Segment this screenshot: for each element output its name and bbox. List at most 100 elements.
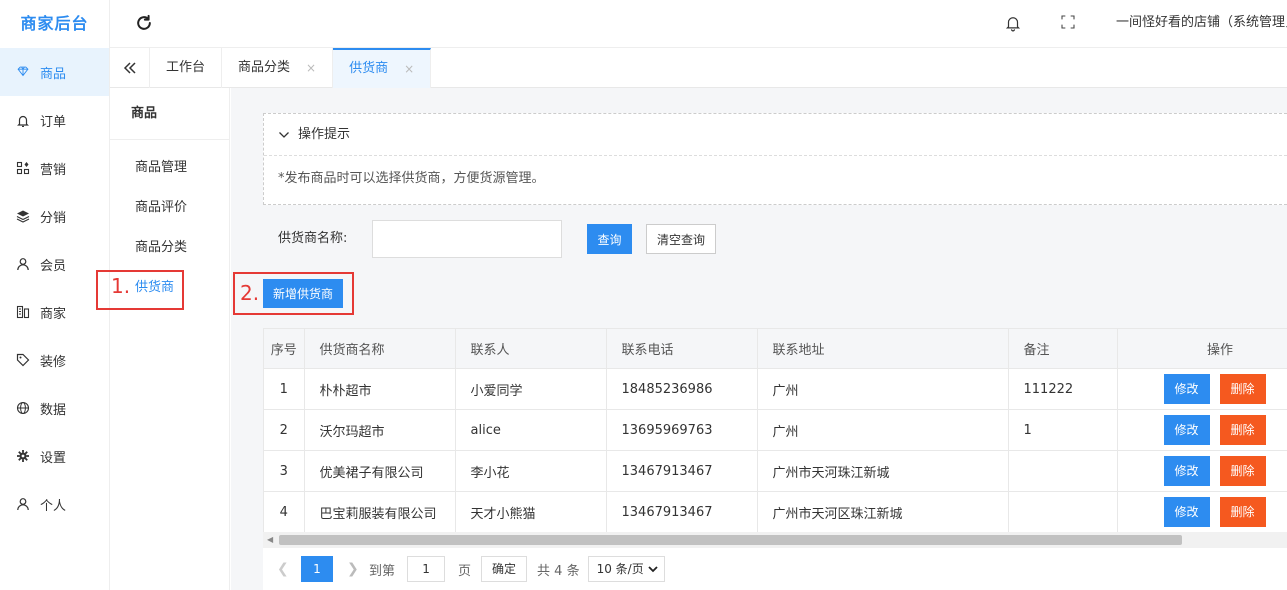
nav-item-7[interactable]: 数据 xyxy=(0,384,109,432)
tag-icon xyxy=(16,353,30,367)
clear-query-button[interactable]: 清空查询 xyxy=(646,224,716,254)
cell-phone: 18485236986 xyxy=(606,368,758,410)
table-body: 1 朴朴超市 小爱同学 18485236986 广州 111222 修改 删除 2 沃尔玛超市 al… xyxy=(264,368,1287,533)
edit-button[interactable]: 修改 xyxy=(1163,374,1210,404)
cell-actions: 修改 删除 xyxy=(1117,450,1287,492)
cell-name: 优美裙子有限公司 xyxy=(304,450,456,492)
diamond-icon xyxy=(16,65,30,79)
person-icon xyxy=(16,497,30,511)
tab-1[interactable]: 商品分类 × xyxy=(222,48,334,88)
column-header: 操作 xyxy=(1117,328,1287,369)
cell-note: 111222 xyxy=(1008,368,1118,410)
nav-item-label: 订单 xyxy=(40,114,67,130)
annotation-step1: 1. xyxy=(111,274,131,298)
next-page-icon[interactable]: ❯ xyxy=(347,561,361,577)
main-nav: 商品订单营销分销会员商家装修数据设置个人 xyxy=(0,48,109,528)
user-icon xyxy=(16,257,30,271)
chevron-down-icon xyxy=(648,566,658,573)
cell-actions: 修改 删除 xyxy=(1117,368,1287,410)
tab-0[interactable]: 工作台 xyxy=(150,48,223,88)
tab-label: 工作台 xyxy=(166,60,206,75)
nav-item-9[interactable]: 个人 xyxy=(0,480,109,528)
scroll-left-arrow-icon[interactable]: ◀ xyxy=(267,535,273,544)
tips-header[interactable]: 操作提示 xyxy=(264,114,1287,156)
store-icon xyxy=(16,305,30,319)
cell-name: 巴宝莉服装有限公司 xyxy=(304,491,456,533)
edit-button[interactable]: 修改 xyxy=(1163,497,1210,527)
double-chevron-left-icon xyxy=(123,62,136,74)
cell-name: 沃尔玛超市 xyxy=(304,409,456,451)
collapse-sidebar-button[interactable] xyxy=(110,48,150,88)
close-icon[interactable]: × xyxy=(404,50,414,88)
bell-icon xyxy=(16,113,30,127)
horizontal-scrollbar[interactable]: ◀ xyxy=(263,532,1287,548)
nav-item-1[interactable]: 订单 xyxy=(0,96,109,144)
delete-button[interactable]: 删除 xyxy=(1219,456,1266,486)
nav-item-8[interactable]: 设置 xyxy=(0,432,109,480)
nav-item-label: 商家 xyxy=(40,306,67,322)
sub-nav-item-0[interactable]: 商品管理 xyxy=(110,148,229,188)
delete-button[interactable]: 删除 xyxy=(1219,415,1266,445)
table-row: 2 沃尔玛超市 alice 13695969763 广州 1 修改 删除 xyxy=(264,409,1287,451)
supplier-name-input[interactable] xyxy=(372,220,562,258)
page-size-select[interactable]: 10 条/页 xyxy=(587,556,665,582)
fullscreen-icon[interactable] xyxy=(1060,14,1076,30)
page-number-current[interactable]: 1 xyxy=(301,556,333,582)
edit-button[interactable]: 修改 xyxy=(1163,415,1210,445)
cell-note: 1 xyxy=(1008,409,1118,451)
nav-item-0[interactable]: 商品 xyxy=(0,48,109,96)
cell-idx: 4 xyxy=(264,491,305,533)
column-header: 序号 xyxy=(264,328,305,369)
delete-button[interactable]: 删除 xyxy=(1219,374,1266,404)
goto-page-input[interactable]: 1 xyxy=(407,556,446,582)
query-button[interactable]: 查询 xyxy=(587,224,632,254)
add-supplier-button[interactable]: 新增供货商 xyxy=(263,279,343,308)
notification-bell-icon[interactable] xyxy=(1004,14,1022,32)
cell-idx: 3 xyxy=(264,450,305,492)
nav-item-6[interactable]: 装修 xyxy=(0,336,109,384)
nav-item-label: 会员 xyxy=(40,258,67,274)
nav-item-label: 分销 xyxy=(40,210,67,226)
table-row: 3 优美裙子有限公司 李小花 13467913467 广州市天河珠江新城 修改 删除 xyxy=(264,450,1287,492)
column-header: 备注 xyxy=(1008,328,1118,369)
nav-item-4[interactable]: 会员 xyxy=(0,240,109,288)
total-count: 共 4 条 xyxy=(537,563,580,579)
goto-label: 到第 xyxy=(369,563,396,579)
nav-item-3[interactable]: 分销 xyxy=(0,192,109,240)
cell-note xyxy=(1008,491,1118,533)
delete-button[interactable]: 删除 xyxy=(1219,497,1266,527)
table-header-row: 序号 供货商名称 联系人 联系电话 联系地址 备注 操作 xyxy=(264,328,1287,369)
cell-contact: 小爱同学 xyxy=(455,368,607,410)
sub-sidebar: 商品 商品管理 商品评价 商品分类 供货商 xyxy=(110,88,230,590)
sub-nav-item-1[interactable]: 商品评价 xyxy=(110,188,229,228)
cell-phone: 13695969763 xyxy=(606,409,758,451)
cell-address: 广州 xyxy=(757,409,1009,451)
supplier-name-label: 供货商名称: xyxy=(278,231,348,246)
tab-label: 商品分类 xyxy=(238,60,291,75)
annotation-step2: 2. xyxy=(240,281,260,305)
tips-body: *发布商品时可以选择供货商，方便货源管理。 xyxy=(278,171,545,186)
prev-page-icon[interactable]: ❮ xyxy=(277,561,291,577)
page-label: 页 xyxy=(458,563,472,579)
cell-actions: 修改 删除 xyxy=(1117,409,1287,451)
cell-contact: 李小花 xyxy=(455,450,607,492)
sub-nav-item-2[interactable]: 商品分类 xyxy=(110,228,229,268)
scrollbar-thumb[interactable] xyxy=(279,535,1182,545)
goto-confirm-button[interactable]: 确定 xyxy=(481,556,528,582)
sub-sidebar-title: 商品 xyxy=(110,88,229,140)
close-icon[interactable]: × xyxy=(306,48,316,88)
table-row: 4 巴宝莉服装有限公司 天才小熊猫 13467913467 广州市天河区珠江新城 修改 删除 xyxy=(264,491,1287,533)
tab-bar: 工作台 商品分类 × 供货商 × xyxy=(110,48,1287,88)
tab-2[interactable]: 供货商 × xyxy=(333,48,432,88)
nav-item-label: 设置 xyxy=(40,450,67,466)
nav-item-label: 装修 xyxy=(40,354,67,370)
edit-button[interactable]: 修改 xyxy=(1163,456,1210,486)
cell-contact: alice xyxy=(455,409,607,451)
nav-item-label: 营销 xyxy=(40,162,67,178)
shop-name[interactable]: 一间怪好看的店铺（系统管理员） xyxy=(1116,0,1287,46)
refresh-icon[interactable] xyxy=(134,13,154,33)
tab-list: 工作台 商品分类 × 供货商 × xyxy=(150,48,432,88)
nav-item-2[interactable]: 营销 xyxy=(0,144,109,192)
nav-item-5[interactable]: 商家 xyxy=(0,288,109,336)
nav-item-label: 商品 xyxy=(40,66,67,82)
